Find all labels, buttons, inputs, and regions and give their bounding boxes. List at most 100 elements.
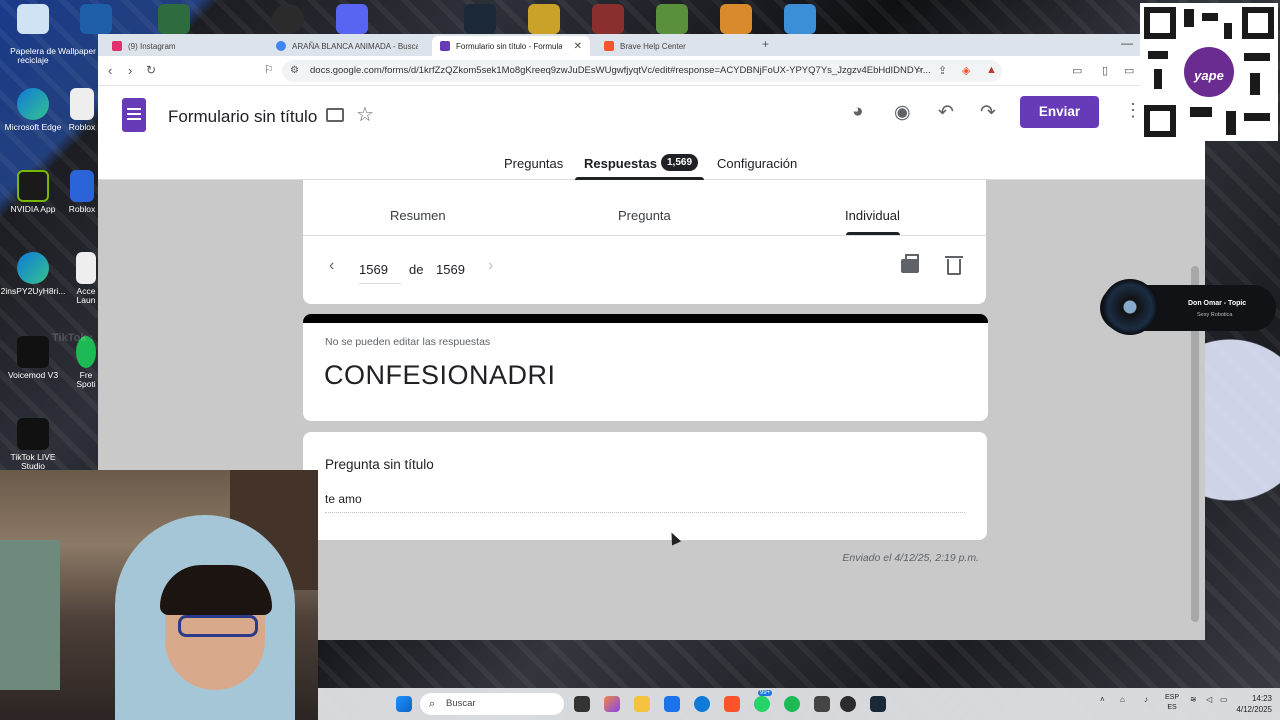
- tab-brave-help[interactable]: Brave Help Center: [596, 36, 756, 56]
- microphone-icon[interactable]: ♪: [1144, 695, 1148, 704]
- divider: [303, 235, 986, 236]
- url-field[interactable]: ⚙ docs.google.com/forms/d/1krfZzQZkom5se…: [282, 60, 1002, 82]
- brave-icon[interactable]: [724, 696, 740, 712]
- subtab-resumen[interactable]: Resumen: [390, 208, 446, 223]
- edge-icon[interactable]: [694, 696, 710, 712]
- copilot-icon[interactable]: [604, 696, 620, 712]
- star-app-icon[interactable]: [158, 4, 190, 34]
- system-clock[interactable]: 14:23 4/12/2025: [1228, 693, 1272, 715]
- tab-label: ARAÑA BLANCA ANIMADA - Buscar: [292, 41, 418, 51]
- search-placeholder: Buscar: [446, 698, 476, 709]
- close-tab-icon[interactable]: ✕: [574, 41, 582, 52]
- brave-shields-icon[interactable]: ◈: [962, 64, 970, 77]
- tab-bar: (9) Instagram ARAÑA BLANCA ANIMADA - Bus…: [98, 34, 1205, 56]
- steam-icon[interactable]: [464, 4, 496, 34]
- whatsapp-icon[interactable]: [754, 696, 770, 712]
- album-art: [1102, 279, 1158, 335]
- star-icon[interactable]: ☆: [356, 102, 374, 127]
- bookmark-icon[interactable]: ⚐: [264, 63, 274, 76]
- subtab-pregunta[interactable]: Pregunta: [618, 208, 671, 223]
- responses-nav-card: Resumen Pregunta Individual ‹ 1569 de 15…: [303, 180, 986, 304]
- tab-google-forms[interactable]: Formulario sin título - Formulario ✕: [432, 36, 590, 56]
- nvidia-icon: [17, 170, 49, 202]
- windows-start-icon[interactable]: [396, 696, 412, 712]
- previous-response-icon[interactable]: ‹: [329, 257, 334, 275]
- tiktok-watermark: TikTok :: [52, 332, 94, 344]
- taskbar-search[interactable]: ⌕ Buscar: [420, 693, 564, 715]
- delete-icon[interactable]: [945, 256, 963, 275]
- forward-icon[interactable]: ›: [128, 63, 132, 78]
- share-icon[interactable]: ⇪: [938, 64, 947, 77]
- desktop-icon-wallpaper[interactable]: Wallpaper: [52, 12, 102, 56]
- file-icon[interactable]: [784, 4, 816, 34]
- hair: [160, 565, 272, 615]
- tab-configuracion[interactable]: Configuración: [717, 156, 797, 171]
- volume-icon[interactable]: ◁: [1206, 695, 1212, 704]
- tab-instagram[interactable]: (9) Instagram: [104, 36, 264, 56]
- recycle-bin-icon: [17, 12, 49, 44]
- responses-count-badge: 1,569: [661, 154, 699, 171]
- language-sub: ES: [1167, 704, 1177, 711]
- desktop-icon-tiktok[interactable]: TikTok LIVE Studio: [0, 418, 66, 472]
- desktop-icon-label: Acce Laun: [76, 286, 96, 306]
- task-view-icon[interactable]: [574, 696, 590, 712]
- zoom-icon[interactable]: ⌕: [916, 64, 922, 77]
- search-icon: ⌕: [429, 698, 436, 710]
- game-icon[interactable]: [528, 4, 560, 34]
- network-icon[interactable]: ⌂: [1120, 695, 1125, 704]
- back-icon[interactable]: ‹: [108, 63, 112, 78]
- desktop-icon-nvidia[interactable]: NVIDIA App: [0, 170, 66, 214]
- language-indicator[interactable]: ESP ES: [1165, 693, 1179, 713]
- subtab-individual[interactable]: Individual: [845, 208, 900, 223]
- spotify-icon[interactable]: [784, 696, 800, 712]
- counter-strike-icon[interactable]: [720, 4, 752, 34]
- store-icon[interactable]: [664, 696, 680, 712]
- brave-rewards-icon[interactable]: ▲: [986, 64, 997, 76]
- obs-icon[interactable]: [840, 696, 856, 712]
- sidebar-icon[interactable]: ▯: [1102, 64, 1108, 77]
- discord-icon[interactable]: [336, 4, 368, 34]
- file-explorer-icon[interactable]: [634, 696, 650, 712]
- address-bar: ‹ › ↻ ⚐ ⚙ docs.google.com/forms/d/1krfZz…: [98, 56, 1205, 86]
- document-title[interactable]: Formulario sin título: [168, 107, 317, 127]
- desktop-icon-label: Wallpaper: [58, 46, 96, 56]
- tab-label: Formulario sin título - Formulario: [456, 41, 562, 51]
- edge-icon: [17, 252, 49, 284]
- google-forms-logo-icon[interactable]: [122, 98, 146, 132]
- desktop-icon-edge[interactable]: Microsoft Edge: [0, 88, 66, 132]
- crab-game-icon[interactable]: [592, 4, 624, 34]
- glasses: [178, 615, 258, 637]
- wallet-icon[interactable]: ▭: [1072, 64, 1082, 77]
- yape-qr-code: yape: [1140, 3, 1278, 141]
- current-response-input[interactable]: 1569: [359, 262, 401, 284]
- show-hidden-icons[interactable]: ˄: [1100, 695, 1105, 704]
- wifi-icon[interactable]: ≋: [1190, 695, 1197, 704]
- new-tab-button[interactable]: +: [762, 37, 769, 51]
- desktop-icon-label: 2insPY2UyH8ri...: [0, 286, 66, 296]
- folder-icon[interactable]: [326, 108, 344, 122]
- tab-respuestas[interactable]: Respuestas: [584, 156, 657, 171]
- desktop-icon-roblox-2[interactable]: Roblox: [62, 170, 102, 214]
- tab-google-search[interactable]: ARAÑA BLANCA ANIMADA - Buscar: [268, 36, 418, 56]
- minimize-window-button[interactable]: —: [1121, 36, 1133, 50]
- minecraft-icon[interactable]: [656, 4, 688, 34]
- reload-icon[interactable]: ↻: [146, 63, 156, 77]
- palette-icon[interactable]: ◕: [852, 101, 863, 123]
- steam-icon[interactable]: [870, 696, 886, 712]
- song-artist: Sexy Robotica: [1197, 312, 1233, 318]
- send-button[interactable]: Enviar: [1020, 96, 1099, 128]
- next-response-icon[interactable]: ›: [488, 257, 493, 275]
- extensions-icon[interactable]: ▭: [1124, 64, 1134, 77]
- tab-preguntas[interactable]: Preguntas: [504, 156, 563, 171]
- desktop-icon-label: TikTok LIVE Studio: [10, 452, 56, 472]
- print-icon[interactable]: [901, 254, 919, 273]
- preview-eye-icon[interactable]: ◉: [894, 101, 911, 124]
- redo-icon[interactable]: ↷: [980, 101, 996, 124]
- desktop-icon-edge-2[interactable]: 2insPY2UyH8ri...: [0, 252, 66, 296]
- desktop-icon-roblox[interactable]: Roblox: [62, 88, 102, 132]
- app-icon[interactable]: [814, 696, 830, 712]
- obs-icon[interactable]: [272, 4, 304, 34]
- battery-icon[interactable]: ▭: [1220, 695, 1228, 704]
- undo-icon[interactable]: ↶: [938, 101, 954, 124]
- tiktok-icon: [17, 418, 49, 450]
